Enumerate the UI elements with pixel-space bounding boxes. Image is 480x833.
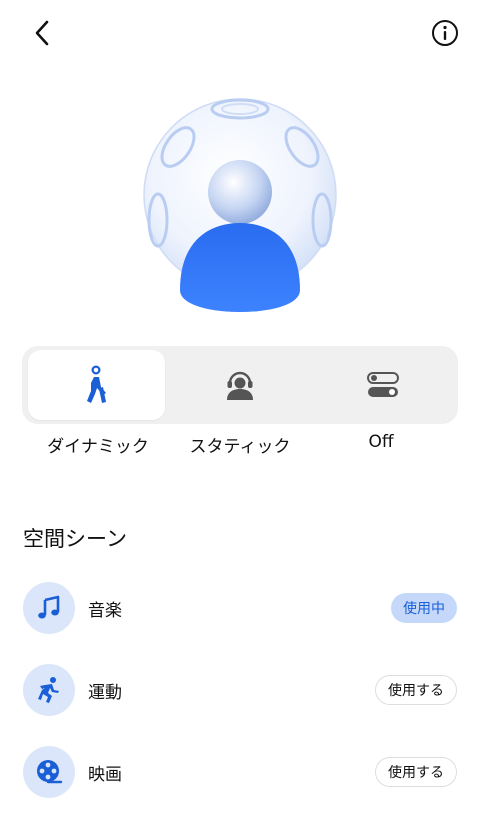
scene-label: 音楽 xyxy=(88,601,122,621)
info-circle-icon xyxy=(432,20,458,46)
scene-label: 運動 xyxy=(88,683,122,703)
mode-dynamic-label: ダイナミック xyxy=(47,437,149,457)
mode-off-label: Off xyxy=(368,432,394,452)
mode-off-button[interactable] xyxy=(314,350,451,420)
scene-label: 映画 xyxy=(88,765,122,785)
scene-icon-container xyxy=(23,664,75,716)
music-note-icon xyxy=(38,595,60,619)
section-title: 空間シーン xyxy=(23,527,127,551)
headphone-person-icon xyxy=(226,371,253,400)
spatial-audio-illustration xyxy=(140,95,340,315)
scene-row-movie[interactable]: 映画 使用する xyxy=(0,744,480,800)
film-reel-icon xyxy=(37,760,63,784)
running-person-icon xyxy=(38,677,59,703)
scene-icon-container xyxy=(23,746,75,798)
mode-dynamic-button[interactable] xyxy=(28,350,165,420)
back-button[interactable] xyxy=(26,16,60,50)
mode-selector xyxy=(22,346,458,424)
walking-person-icon xyxy=(86,365,106,403)
scene-row-music[interactable]: 音楽 使用中 xyxy=(0,580,480,636)
top-bar xyxy=(0,0,480,70)
mode-static-label: スタティック xyxy=(189,437,291,457)
scene-use-button[interactable]: 使用する xyxy=(375,757,457,787)
info-button[interactable] xyxy=(428,16,462,50)
scene-icon-container xyxy=(23,582,75,634)
scene-use-button[interactable]: 使用する xyxy=(375,675,457,705)
toggle-switches-icon xyxy=(366,372,399,397)
scene-status-in-use[interactable]: 使用中 xyxy=(391,593,457,623)
chevron-left-icon xyxy=(35,20,49,46)
scene-row-exercise[interactable]: 運動 使用する xyxy=(0,662,480,718)
mode-static-button[interactable] xyxy=(171,350,308,420)
